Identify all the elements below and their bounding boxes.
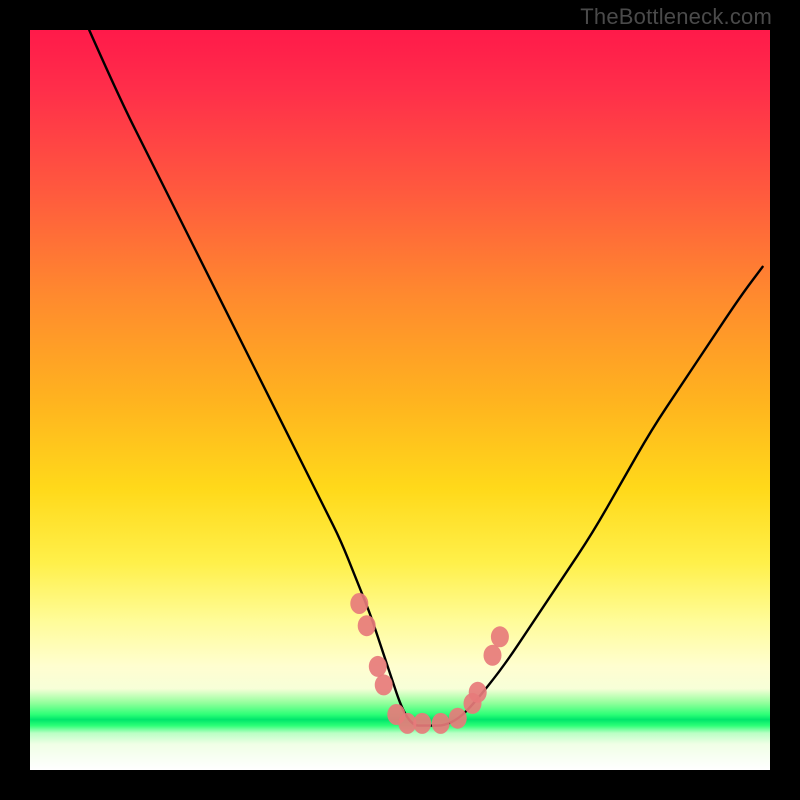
highlight-marker [413, 713, 431, 734]
highlight-marker [469, 682, 487, 703]
curve-layer [30, 30, 770, 770]
highlight-marker [491, 626, 509, 647]
plot-area [30, 30, 770, 770]
highlight-marker [432, 713, 450, 734]
watermark-text: TheBottleneck.com [580, 4, 772, 30]
highlight-marker [358, 615, 376, 636]
bottleneck-curve [89, 30, 762, 726]
highlight-marker [375, 674, 393, 695]
highlight-marker [484, 645, 502, 666]
highlight-marker [369, 656, 387, 677]
highlight-marker [350, 593, 368, 614]
highlight-marker [449, 708, 467, 729]
highlight-marker-group [350, 593, 509, 734]
chart-frame: TheBottleneck.com [0, 0, 800, 800]
